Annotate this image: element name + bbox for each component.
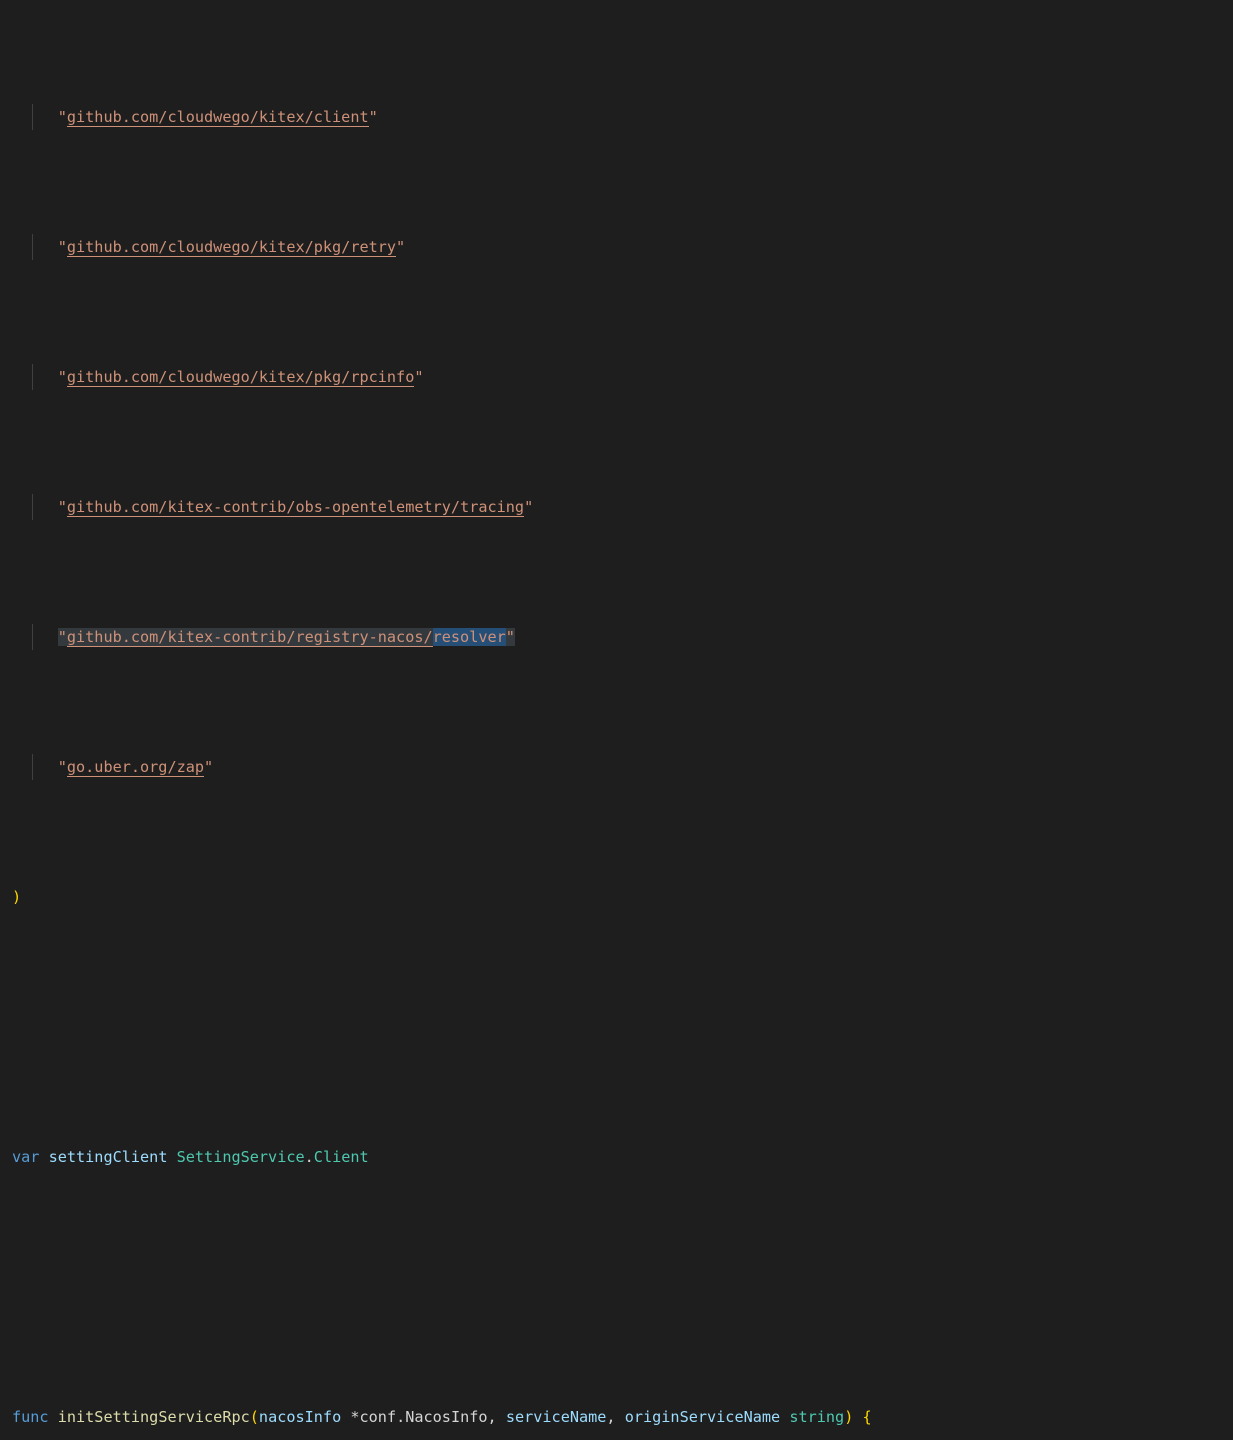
paren-close: ) [844,1408,853,1426]
var-type-pkg[interactable]: SettingService [177,1148,305,1166]
import-path[interactable]: github.com/cloudwego/kitex/pkg/rpcinfo [67,368,414,387]
indent-guide [32,104,33,130]
code-line-import-close[interactable]: ) [0,884,1233,910]
import-quote-open: " [58,498,67,516]
code-line-import-4[interactable]: "github.com/kitex-contrib/obs-openteleme… [0,494,1233,520]
indent-guide [32,494,33,520]
indent-guide [32,624,33,650]
indent-guide [32,754,33,780]
code-line-var-decl[interactable]: var settingClient SettingService.Client [0,1144,1233,1170]
func-param-1-type[interactable]: *conf.NacosInfo [350,1408,487,1426]
var-name[interactable]: settingClient [49,1148,168,1166]
import-path[interactable]: github.com/cloudwego/kitex/client [67,108,369,127]
import-path[interactable]: github.com/cloudwego/kitex/pkg/retry [67,238,396,257]
import-quote-close: " [369,108,378,126]
import-path[interactable]: github.com/kitex-contrib/obs-opentelemet… [67,498,524,517]
code-line-import-3[interactable]: "github.com/cloudwego/kitex/pkg/rpcinfo" [0,364,1233,390]
brace-open: { [863,1408,872,1426]
import-close-paren: ) [12,888,21,906]
func-param-1-name[interactable]: nacosInfo [259,1408,341,1426]
import-quote-close: " [396,238,405,256]
var-type-name[interactable]: Client [314,1148,369,1166]
code-line-func-decl[interactable]: func initSettingServiceRpc(nacosInfo *co… [0,1404,1233,1430]
import-quote-open: " [58,238,67,256]
indent-guide [32,234,33,260]
import-quote-close: " [204,758,213,776]
import-quote-open: " [58,628,67,646]
comma: , [488,1408,506,1426]
comma: , [606,1408,624,1426]
code-line-blank-2[interactable] [0,1274,1233,1300]
import-quote-open: " [58,758,67,776]
code-line-import-2[interactable]: "github.com/cloudwego/kitex/pkg/retry" [0,234,1233,260]
func-param-2-name[interactable]: serviceName [506,1408,607,1426]
import-path-selected-word[interactable]: resolver [433,628,506,646]
code-line-import-5[interactable]: "github.com/kitex-contrib/registry-nacos… [0,624,1233,650]
indent-guide [32,364,33,390]
code-content[interactable]: "github.com/cloudwego/kitex/client" "git… [0,0,1233,720]
func-name[interactable]: initSettingServiceRpc [58,1408,250,1426]
code-editor[interactable]: "github.com/cloudwego/kitex/client" "git… [0,0,1233,720]
code-line-blank-1[interactable] [0,1014,1233,1040]
code-line-import-6[interactable]: "go.uber.org/zap" [0,754,1233,780]
func-keyword: func [12,1408,49,1426]
func-param-type: string [789,1408,844,1426]
code-line-import-1[interactable]: "github.com/cloudwego/kitex/client" [0,104,1233,130]
var-keyword: var [12,1148,39,1166]
import-path[interactable]: go.uber.org/zap [67,758,204,777]
func-param-3-name[interactable]: originServiceName [625,1408,780,1426]
import-quote-close: " [524,498,533,516]
import-quote-open: " [58,108,67,126]
dot: . [305,1148,314,1166]
import-quote-close: " [506,628,515,646]
import-quote-open: " [58,368,67,386]
import-path-prefix[interactable]: github.com/kitex-contrib/registry-nacos/ [67,628,433,647]
import-quote-close: " [414,368,423,386]
paren-open: ( [250,1408,259,1426]
